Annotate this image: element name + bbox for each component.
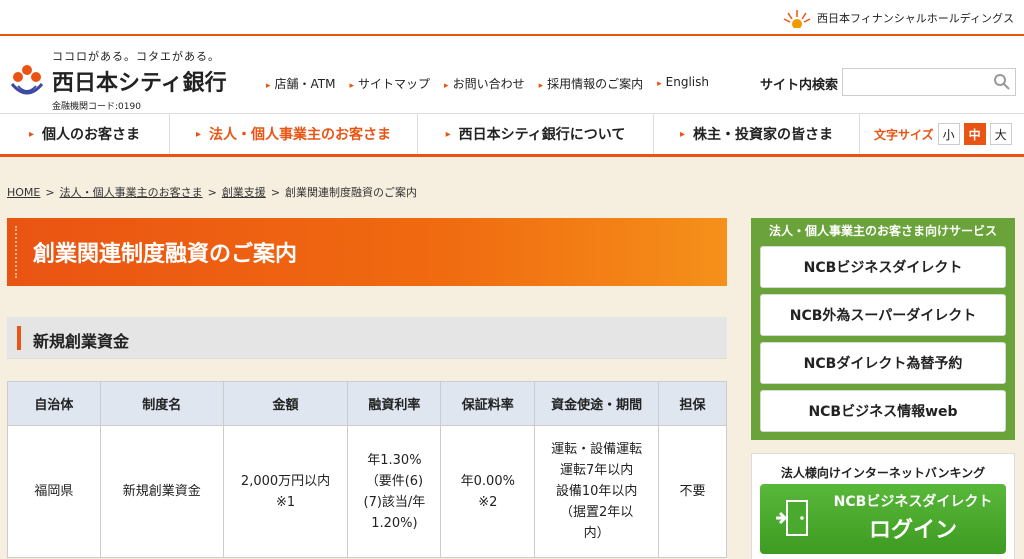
- th-guarantee: 保証料率: [440, 381, 536, 426]
- breadcrumb: HOME > 法人・個人事業主のお客さま > 創業支援 > 創業関連制度融資のご案内: [7, 186, 418, 199]
- loan-table: 自治体 制度名 金額 融資利率 保証料率 資金使途・期間 担保 福岡県 新規創業…: [7, 381, 727, 558]
- th-municipality: 自治体: [7, 381, 101, 426]
- table-row: 福岡県 新規創業資金 2,000万円以内 ※1 年1.30% （要件(6) (7)該当…: [7, 425, 727, 558]
- link-english[interactable]: English: [657, 75, 709, 92]
- ncb-business-direct-button[interactable]: NCBビジネスダイレクト: [760, 246, 1006, 288]
- ncb-business-info-web-button[interactable]: NCBビジネス情報web: [760, 390, 1006, 432]
- bank-code: 金融機関コード:0190: [52, 102, 141, 112]
- bank-name: 西日本シティ銀行: [52, 71, 227, 96]
- search-input[interactable]: [842, 68, 1016, 96]
- gnav-investors-label: 株主・投資家の皆さま: [693, 127, 834, 143]
- ncb-direct-fx-reservation-button[interactable]: NCBダイレクト為替予約: [760, 342, 1006, 384]
- link-recruit[interactable]: 採用情報のご案内: [539, 75, 643, 92]
- business-services-panel: 法人・個人事業主のお客さま向けサービス NCBビジネスダイレクト NCB外為スー…: [751, 218, 1015, 440]
- site-header: ココロがある。コタエがある。 西日本シティ銀行 金融機関コード:0190 店舗・…: [0, 38, 1024, 113]
- section-heading: 新規創業資金: [7, 317, 727, 359]
- bank-mark-icon: [10, 65, 44, 95]
- cell-amount: 2,000万円以内 ※1: [222, 425, 349, 558]
- page-title: 創業関連制度融資のご案内: [33, 242, 298, 267]
- ib-login-line1: NCBビジネスダイレクト: [833, 494, 993, 510]
- services-title: 法人・個人事業主のお客さま向けサービス: [768, 224, 997, 238]
- th-amount: 金額: [222, 381, 349, 426]
- page-title-banner: 創業関連制度融資のご案内: [7, 218, 727, 286]
- group-logo[interactable]: 西日本フィナンシャルホールディングス: [783, 8, 1014, 28]
- ib-title: 法人様向けインターネットバンキング: [780, 466, 986, 480]
- breadcrumb-business[interactable]: 法人・個人事業主のお客さま: [60, 186, 203, 199]
- th-rate: 融資利率: [347, 381, 442, 426]
- cell-usage: 運転・設備運転 運転7年以内 設備10年以内 （据置2年以 内）: [534, 425, 660, 558]
- table-header-row: 自治体 制度名 金額 融資利率 保証料率 資金使途・期間 担保: [7, 381, 727, 426]
- gnav-personal[interactable]: 個人のお客さま: [0, 114, 170, 154]
- ib-login-button[interactable]: NCBビジネスダイレクト ログイン: [760, 484, 1006, 554]
- link-sitemap[interactable]: サイトマップ: [350, 75, 430, 92]
- tagline: ココロがある。コタエがある。: [52, 50, 220, 63]
- gnav-business-label: 法人・個人事業主のお客さま: [209, 127, 392, 143]
- sun-logo-icon: [783, 10, 811, 28]
- main-content: HOME > 法人・個人事業主のお客さま > 創業支援 > 創業関連制度融資のご案内 創業関…: [0, 157, 1024, 559]
- cell-rate: 年1.30% （要件(6) (7)該当/年 1.20%): [347, 425, 442, 558]
- section-title: 新規創業資金: [33, 332, 130, 351]
- th-program: 制度名: [99, 381, 224, 426]
- th-collateral: 担保: [658, 381, 727, 426]
- th-usage: 資金使途・期間: [534, 381, 660, 426]
- gnav-about-label: 西日本シティ銀行について: [458, 127, 626, 143]
- ib-login-line2: ログイン: [868, 518, 957, 543]
- font-size-medium[interactable]: 中: [963, 123, 986, 145]
- breadcrumb-startup[interactable]: 創業支援: [222, 186, 266, 199]
- internet-banking-panel: 法人様向けインターネットバンキング NCBビジネスダイレクト ログイン: [751, 453, 1015, 559]
- breadcrumb-home[interactable]: HOME: [7, 186, 40, 199]
- breadcrumb-current: 創業関連制度融資のご案内: [285, 186, 418, 199]
- cell-collateral: 不要: [658, 425, 727, 558]
- ncb-forex-super-direct-button[interactable]: NCB外為スーパーダイレクト: [760, 294, 1006, 336]
- gnav-personal-label: 個人のお客さま: [42, 127, 141, 143]
- global-nav: 個人のお客さま 法人・個人事業主のお客さま 西日本シティ銀行について 株主・投資…: [0, 113, 1024, 157]
- gnav-investors[interactable]: 株主・投資家の皆さま: [654, 114, 860, 154]
- font-size-large[interactable]: 大: [989, 123, 1012, 145]
- header-links: 店舗・ATM サイトマップ お問い合わせ 採用情報のご案内 English: [266, 75, 709, 92]
- gnav-about[interactable]: 西日本シティ銀行について: [418, 114, 654, 154]
- cell-program: 新規創業資金: [99, 425, 224, 558]
- door-login-icon: [776, 500, 808, 536]
- link-contact[interactable]: お問い合わせ: [444, 75, 525, 92]
- gnav-business[interactable]: 法人・個人事業主のお客さま: [170, 114, 418, 154]
- font-size-label: 文字サイズ: [874, 127, 934, 142]
- search-label: サイト内検索: [760, 78, 839, 93]
- font-size-switcher: 文字サイズ 小 中 大: [860, 114, 1012, 154]
- link-branch-atm[interactable]: 店舗・ATM: [266, 75, 336, 92]
- group-name: 西日本フィナンシャルホールディングス: [816, 12, 1014, 25]
- cell-municipality: 福岡県: [7, 425, 101, 558]
- search-icon[interactable]: [993, 73, 1011, 91]
- cell-guarantee: 年0.00% ※2: [440, 425, 536, 558]
- bank-logo[interactable]: ココロがある。コタエがある。 西日本シティ銀行 金融機関コード:0190: [8, 48, 258, 112]
- top-strip: 西日本フィナンシャルホールディングス: [0, 0, 1024, 36]
- font-size-small[interactable]: 小: [937, 123, 960, 145]
